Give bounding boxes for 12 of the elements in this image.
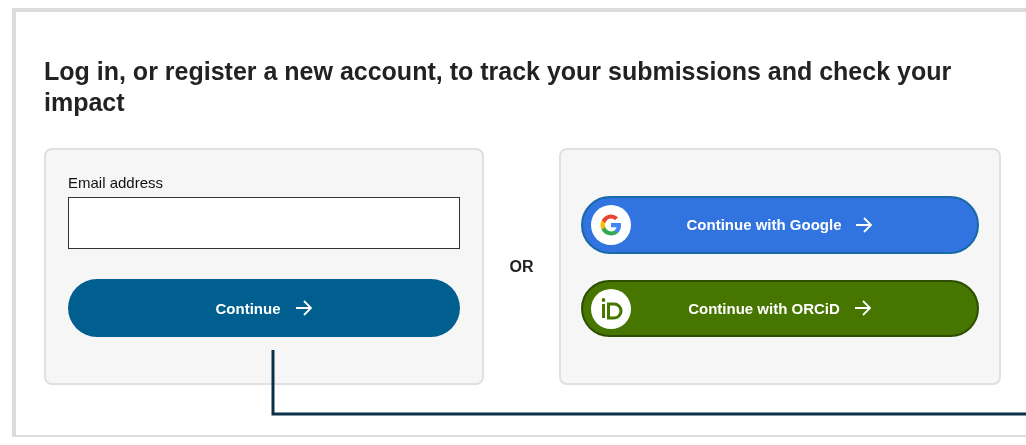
arrow-icon	[855, 216, 874, 233]
id-logo-icon	[591, 288, 631, 329]
email-label: Email address	[68, 174, 165, 191]
google-logo-icon	[591, 205, 631, 245]
orcid-login-button[interactable]: Continue with ORCiD	[581, 279, 979, 337]
arrow-icon	[294, 300, 313, 316]
google-login-button[interactable]: Continue with Google	[581, 196, 979, 254]
or-divider: OR	[508, 257, 535, 276]
arrow-icon	[853, 300, 872, 317]
page-heading: Log in, or register a new account, to track your submissions and check your impact	[44, 56, 953, 118]
email-field[interactable]	[68, 197, 460, 249]
continue-button[interactable]: Continue	[68, 279, 460, 337]
